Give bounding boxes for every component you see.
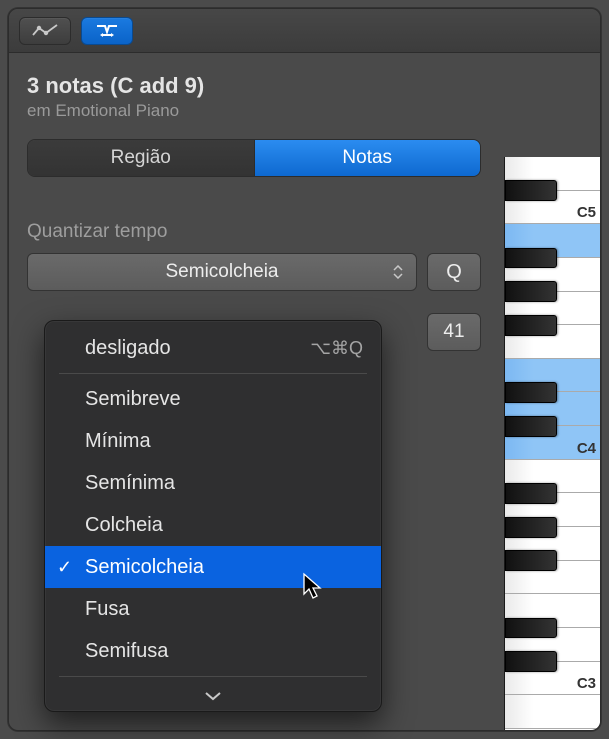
menu-item-label: Semicolcheia (85, 556, 204, 579)
menu-item-label: Colcheia (85, 514, 163, 537)
key-label: C5 (577, 204, 596, 221)
key-label: C3 (577, 675, 596, 692)
menu-item-label: Semibreve (85, 388, 181, 411)
menu-item-label: desligado (85, 337, 171, 360)
black-key[interactable] (505, 180, 557, 201)
menu-item[interactable]: Semibreve (45, 378, 381, 420)
black-key[interactable] (505, 416, 557, 437)
quantize-select[interactable]: Semicolcheia (27, 253, 417, 291)
chevron-down-icon (204, 691, 222, 701)
tab-notes[interactable]: Notas (255, 140, 481, 176)
quantize-menu: desligado ⌥⌘Q Semibreve Mínima Semínima Col… (44, 320, 382, 712)
filter-icon (94, 22, 120, 40)
black-key[interactable] (505, 550, 557, 571)
menu-item[interactable]: Semínima (45, 462, 381, 504)
black-key[interactable] (505, 618, 557, 639)
black-key[interactable] (505, 651, 557, 672)
black-key[interactable] (505, 281, 557, 302)
black-key[interactable] (505, 483, 557, 504)
menu-more[interactable] (45, 681, 381, 711)
menu-item-label: Semifusa (85, 640, 168, 663)
menu-item[interactable]: Semifusa (45, 630, 381, 672)
menu-item-off[interactable]: desligado ⌥⌘Q (45, 327, 381, 369)
menu-item[interactable]: ✓ Semicolcheia (45, 546, 381, 588)
menu-item-label: Semínima (85, 472, 175, 495)
select-caret-icon (388, 254, 408, 290)
inspector-content: 3 notas (C add 9) em Emotional Piano Reg… (9, 53, 499, 351)
black-key[interactable] (505, 382, 557, 403)
quantize-select-value: Semicolcheia (166, 261, 279, 283)
quantize-row: Semicolcheia Q (27, 253, 481, 291)
automation-icon (32, 22, 58, 40)
quantize-button[interactable]: Q (427, 253, 481, 291)
velocity-value[interactable]: 41 (427, 313, 481, 351)
piano-keyboard[interactable]: C5 C4 C3 (504, 157, 600, 730)
menu-separator (59, 373, 367, 374)
check-icon: ✓ (57, 557, 72, 578)
menu-item-label: Mínima (85, 430, 151, 453)
menu-item-label: Fusa (85, 598, 129, 621)
mode-segmented: Região Notas (27, 139, 481, 177)
selection-title: 3 notas (C add 9) (27, 73, 481, 99)
key-label: C4 (577, 440, 596, 457)
white-key[interactable] (505, 695, 600, 729)
menu-item[interactable]: Mínima (45, 420, 381, 462)
quantize-label: Quantizar tempo (27, 221, 481, 243)
selection-subtitle: em Emotional Piano (27, 101, 481, 121)
menu-item[interactable]: Fusa (45, 588, 381, 630)
filter-tool-button[interactable] (81, 17, 133, 45)
black-key[interactable] (505, 315, 557, 336)
toolbar (9, 9, 600, 53)
menu-separator (59, 676, 367, 677)
menu-item[interactable]: Colcheia (45, 504, 381, 546)
automation-tool-button[interactable] (19, 17, 71, 45)
tab-region[interactable]: Região (28, 140, 255, 176)
menu-shortcut: ⌥⌘Q (310, 338, 363, 359)
black-key[interactable] (505, 517, 557, 538)
black-key[interactable] (505, 248, 557, 269)
